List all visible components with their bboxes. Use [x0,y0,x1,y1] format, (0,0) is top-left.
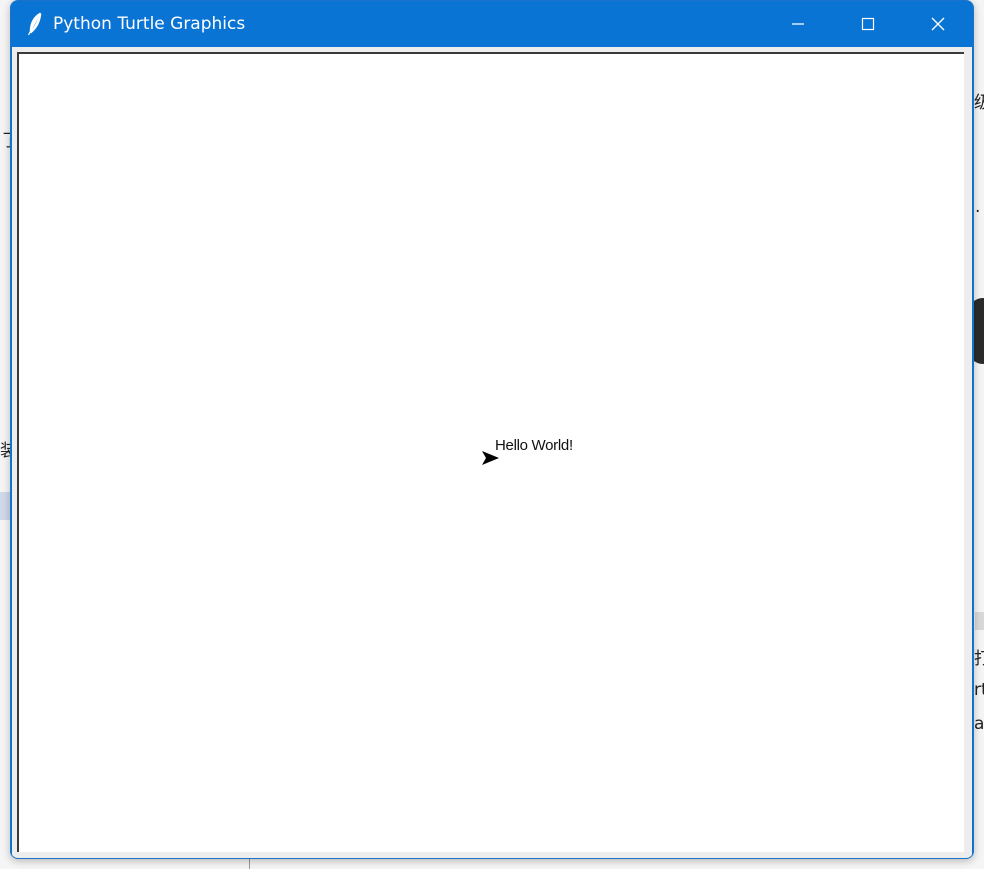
close-button[interactable] [903,1,973,47]
background-divider [249,858,250,869]
background-text-fragment: rt [974,680,984,700]
background-text-fragment: 级 [974,93,984,113]
background-block [975,612,984,630]
background-text-fragment: 装 [0,441,10,461]
background-selection-bar [0,492,10,520]
background-text-fragment: 打 [974,649,984,669]
window-title: Python Turtle Graphics [53,14,246,34]
close-icon [931,17,945,31]
minimize-icon [792,23,804,25]
title-bar[interactable]: Python Turtle Graphics [11,1,973,47]
minimize-button[interactable] [763,1,833,47]
background-text-fragment: a [974,714,984,734]
turtle-graphics-window[interactable]: Python Turtle Graphics Hello World! [10,0,974,859]
canvas-frame: Hello World! [12,47,972,858]
turtle-canvas[interactable]: Hello World! [17,52,964,852]
canvas-text-label: Hello World! [495,437,573,454]
background-text-fragment: · [975,202,981,222]
background-text-fragment: 了 [2,126,10,151]
feather-icon [27,12,42,36]
maximize-button[interactable] [833,1,903,47]
maximize-icon [861,17,875,31]
